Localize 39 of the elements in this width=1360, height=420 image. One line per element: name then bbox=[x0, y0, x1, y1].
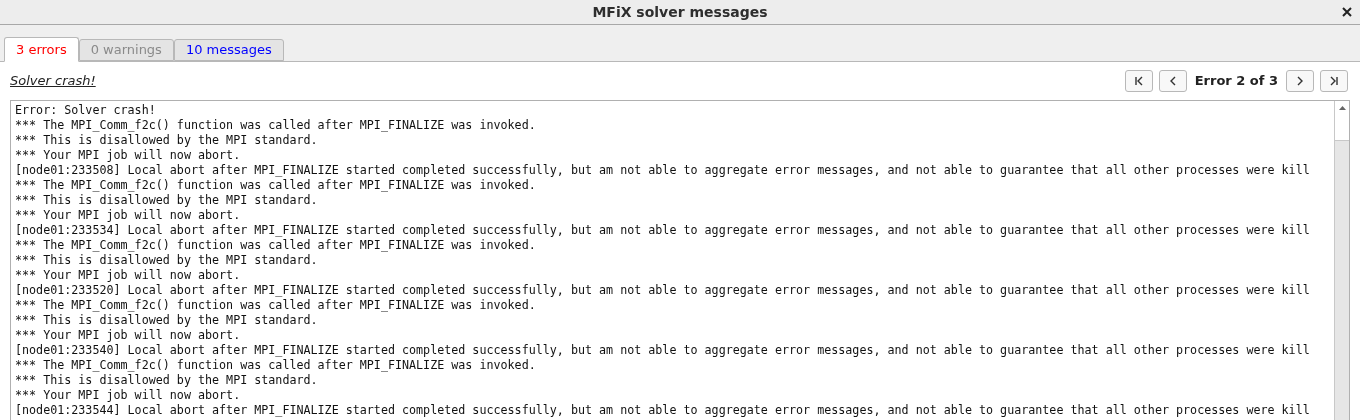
log-line: *** The MPI_Comm_f2c() function was called after MPI_FINALIZE was invoked. bbox=[15, 178, 536, 193]
error-position: Error 2 of 3 bbox=[1193, 72, 1279, 91]
tab[interactable]: 3 errors bbox=[4, 37, 79, 62]
scroll-up-icon bbox=[1338, 106, 1346, 110]
log-line: *** This is disallowed by the MPI standard. bbox=[15, 133, 318, 148]
next-button[interactable] bbox=[1286, 70, 1314, 92]
first-button[interactable] bbox=[1124, 70, 1153, 92]
log-line: *** Your MPI job will now abort. bbox=[15, 208, 241, 223]
close-icon bbox=[1342, 7, 1352, 17]
log-line: [node01:233540] Local abort after MPI_FINALIZE started completed successfully, but am not able to aggregate error messages, and not able to guarantee that all other processes were kill bbox=[15, 343, 1310, 358]
log-line: *** The MPI_Comm_f2c() function was called after MPI_FINALIZE was invoked. bbox=[15, 298, 536, 313]
chevron-left-icon bbox=[1168, 76, 1177, 86]
window-title: MFiX solver messages bbox=[592, 2, 768, 22]
log-line: *** Your MPI job will now abort. bbox=[15, 328, 241, 343]
chevron-right-icon bbox=[1296, 76, 1304, 86]
log-line: *** This is disallowed by the MPI standard. bbox=[15, 253, 318, 268]
scrollbar-thumb[interactable] bbox=[1335, 115, 1349, 141]
log-line: [node01:233508] Local abort after MPI_FINALIZE started completed successfully, but am not able to aggregate error messages, and not able to guarantee that all other processes were kill bbox=[15, 163, 1310, 178]
log-line: *** Your MPI job will now abort. bbox=[15, 388, 241, 403]
log-line: *** The MPI_Comm_f2c() function was called after MPI_FINALIZE was invoked. bbox=[15, 238, 536, 253]
log-line: *** This is disallowed by the MPI standard. bbox=[15, 313, 318, 328]
log-line: [node01:233520] Local abort after MPI_FINALIZE started completed successfully, but am not able to aggregate error messages, and not able to guarantee that all other processes were kill bbox=[15, 283, 1310, 298]
log-line: *** Your MPI job will now abort. bbox=[15, 268, 241, 283]
previous-button[interactable] bbox=[1158, 70, 1187, 92]
log-line: [node01:233534] Local abort after MPI_FINALIZE started completed successfully, but am not able to aggregate error messages, and not able to guarantee that all other processes were kill bbox=[15, 223, 1310, 238]
log-line: *** Your MPI job will now abort. bbox=[15, 148, 241, 163]
log-line: *** The MPI_Comm_f2c() function was called after MPI_FINALIZE was invoked. bbox=[15, 118, 536, 133]
log-line: *** The MPI_Comm_f2c() function was called after MPI_FINALIZE was invoked. bbox=[15, 358, 536, 373]
log-line: *** This is disallowed by the MPI standard. bbox=[15, 373, 318, 388]
last-icon bbox=[1329, 76, 1339, 86]
error-summary: Solver crash! bbox=[10, 72, 96, 91]
vertical-scrollbar[interactable] bbox=[1334, 101, 1349, 420]
log-line: *** This is disallowed by the MPI standard. bbox=[15, 193, 318, 208]
log-line: Error: Solver crash! bbox=[15, 103, 156, 118]
log-line: [node01:233544] Local abort after MPI_FINALIZE started completed successfully, but am not able to aggregate error messages, and not able to guarantee that all other processes were kill bbox=[15, 403, 1310, 418]
tab[interactable]: 0 warnings bbox=[78, 39, 174, 61]
first-icon bbox=[1133, 76, 1144, 86]
last-button[interactable] bbox=[1320, 70, 1348, 92]
tab[interactable]: 10 messages bbox=[173, 39, 284, 61]
